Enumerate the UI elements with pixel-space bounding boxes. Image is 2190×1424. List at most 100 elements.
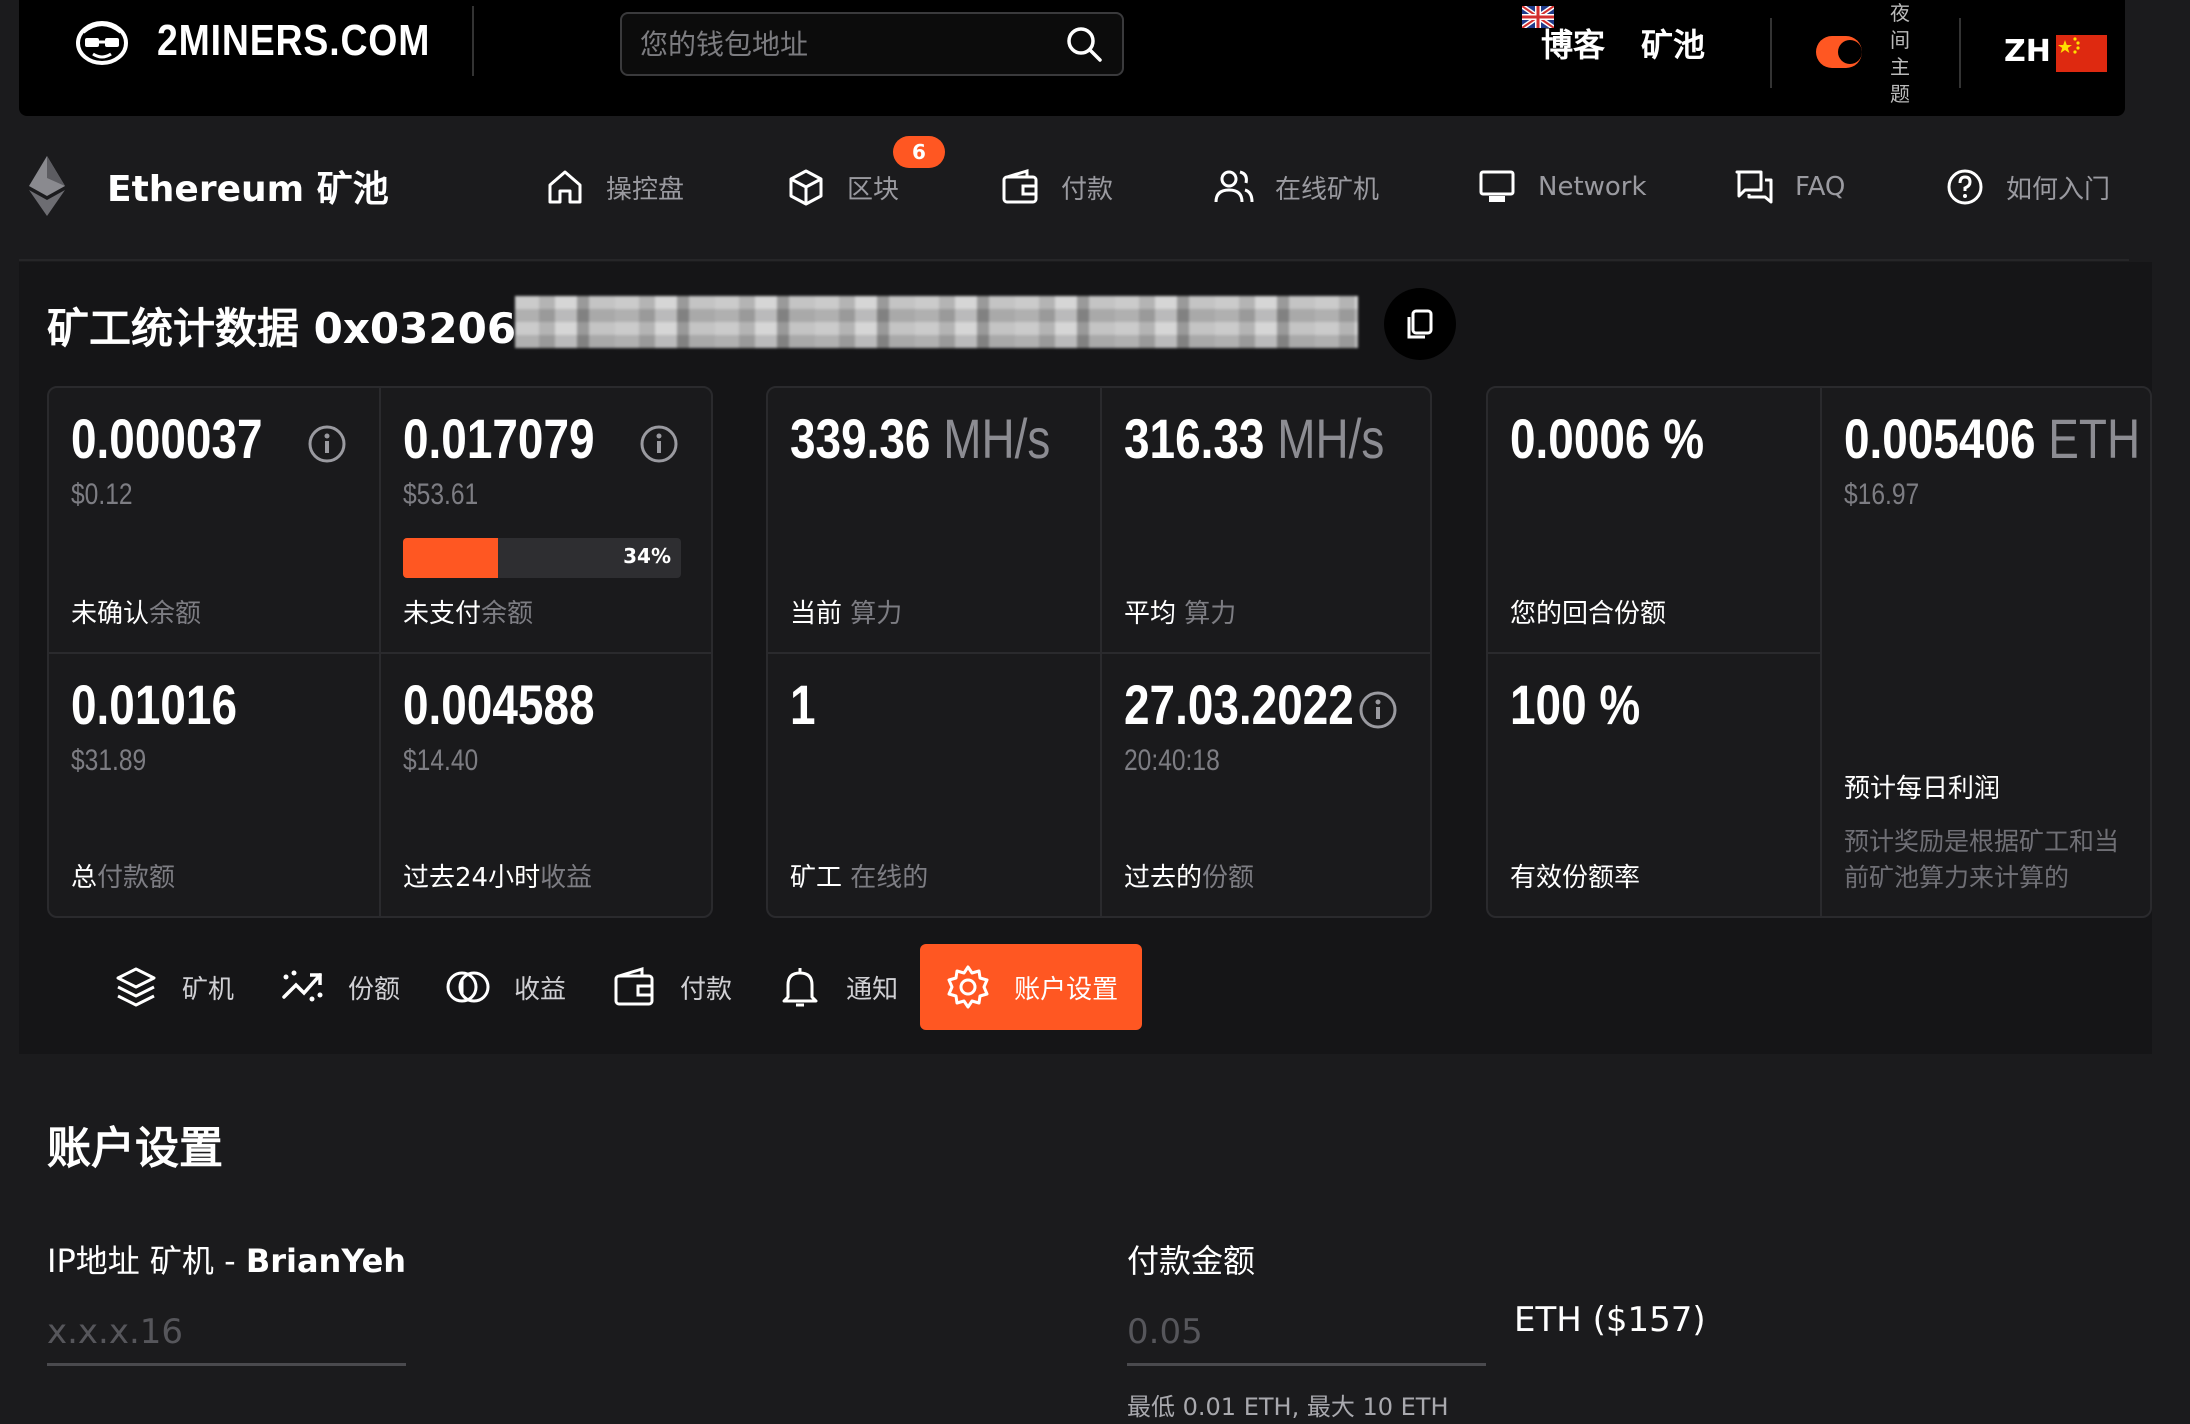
payout-amount-input[interactable] xyxy=(1127,1300,1486,1363)
cube-icon xyxy=(789,169,823,206)
tab-earnings[interactable]: 收益 xyxy=(422,944,588,1030)
nav-label: FAQ xyxy=(1795,172,1846,202)
pools-link[interactable]: 矿池 xyxy=(1641,20,1705,66)
stat-label: 当前 算力 xyxy=(790,599,903,629)
nav-faq[interactable]: FAQ xyxy=(1733,166,1845,208)
coins-icon xyxy=(446,971,490,1003)
stat-label: 预计每日利润 xyxy=(1844,774,2001,804)
payout-field-label: 付款金额 xyxy=(1127,1242,1256,1280)
info-icon[interactable] xyxy=(307,424,347,464)
daily-profit: 0.005406 ETH $16.97 预计每日利润 预计奖励是根据矿工和当前矿… xyxy=(1822,388,2152,916)
valid-share-rate: 100 % 有效份额率 xyxy=(1488,654,1818,916)
tab-label: 矿机 xyxy=(182,974,235,1005)
site-logo[interactable]: 2MINERS.COM xyxy=(71,10,478,72)
logo-text: 2MINERS.COM xyxy=(157,16,431,65)
stat-value: 316.33 MH/s xyxy=(1124,407,1385,470)
round-share: 0.0006 % 您的回合份额 xyxy=(1488,388,1818,652)
miner-title-text: 矿工统计数据 0x03206 xyxy=(47,304,517,353)
tab-account-settings[interactable]: 账户设置 xyxy=(920,944,1143,1030)
tab-workers[interactable]: 矿机 xyxy=(90,944,256,1030)
stat-value: 339.36 MH/s xyxy=(790,407,1051,470)
progress-percent: 34% xyxy=(623,544,671,568)
blog-link[interactable]: 博客 xyxy=(1541,20,1605,66)
nav-blocks[interactable]: 区块 xyxy=(785,166,899,208)
stat-value: 100 % xyxy=(1510,673,1641,736)
divider xyxy=(1959,18,1961,88)
pool-title[interactable]: Ethereum 矿池 xyxy=(29,156,389,216)
theme-label: 夜间主题 xyxy=(1890,1,1910,106)
nav-label: 操控盘 xyxy=(606,174,685,205)
blocks-badge: 6 xyxy=(893,136,945,168)
payout-hint: 最低 0.01 ETH, 最大 10 ETH xyxy=(1127,1393,1449,1421)
stat-usd: $53.61 xyxy=(403,478,479,511)
nav-network[interactable]: Network xyxy=(1476,166,1647,208)
divider xyxy=(1770,18,1772,88)
layers-icon xyxy=(116,967,156,1007)
gear-icon xyxy=(947,965,989,1009)
nav-label: 付款 xyxy=(1061,174,1114,205)
stat-label: 平均 算力 xyxy=(1124,599,1237,629)
settings-title: 账户设置 xyxy=(47,1123,223,1174)
monitor-icon xyxy=(1479,170,1515,202)
stat-value: 0.01016 xyxy=(71,673,237,736)
last-24h-earnings: 0.004588 $14.40 过去24小时收益 xyxy=(381,654,711,916)
tab-notifications[interactable]: 通知 xyxy=(754,944,920,1030)
nav-payments[interactable]: 付款 xyxy=(999,166,1113,208)
logo-icon xyxy=(76,21,128,65)
tab-shares[interactable]: 份额 xyxy=(256,944,422,1030)
payout-progress-bar: 34% xyxy=(403,538,681,578)
miner-title: 矿工统计数据 0x03206 xyxy=(47,295,516,356)
stat-value: 0.000037 xyxy=(71,407,263,470)
stat-value: 27.03.2022 xyxy=(1124,673,1354,736)
nav-getting-started[interactable]: 如何入门 xyxy=(1944,166,2110,208)
stat-label: 矿工 在线的 xyxy=(790,863,929,893)
tab-payouts[interactable]: 付款 xyxy=(588,944,754,1030)
nav-online-miners[interactable]: 在线矿机 xyxy=(1213,166,1379,208)
china-flag-icon[interactable] xyxy=(2056,35,2107,72)
nav-label: 在线矿机 xyxy=(1275,174,1380,205)
pool-nav: Ethereum 矿池 操控盘 区块 付款 在线矿机 Network FAQ 如… xyxy=(19,130,2129,260)
trend-icon xyxy=(282,970,323,1002)
nav-label: 如何入门 xyxy=(2006,174,2111,205)
divider xyxy=(19,259,2129,261)
info-icon[interactable] xyxy=(1358,690,1398,730)
payout-amount-field[interactable] xyxy=(1127,1300,1486,1366)
stat-value: 1 xyxy=(790,673,816,736)
wallet-icon xyxy=(1002,168,1038,204)
stat-label: 过去24小时收益 xyxy=(403,863,593,893)
home-icon xyxy=(548,170,582,204)
balance-card: 0.000037 $0.12 未确认余额 0.017079 $53.61 34%… xyxy=(47,386,713,918)
stat-value: 0.017079 xyxy=(403,407,595,470)
stat-time: 20:40:18 xyxy=(1124,744,1220,777)
stat-usd: $0.12 xyxy=(71,478,133,511)
ip-input[interactable] xyxy=(47,1300,406,1363)
nav-dashboard[interactable]: 操控盘 xyxy=(544,166,684,208)
chat-icon xyxy=(1735,170,1773,204)
nav-label: Network xyxy=(1538,172,1647,202)
tab-label: 账户设置 xyxy=(1014,974,1119,1005)
stat-value: 0.005406 ETH xyxy=(1844,407,2141,470)
pool-name: Ethereum 矿池 xyxy=(107,169,389,210)
stat-usd: $16.97 xyxy=(1844,478,1920,511)
copy-address-button[interactable] xyxy=(1384,288,1456,360)
theme-toggle[interactable] xyxy=(1816,36,1862,68)
users-icon xyxy=(1214,170,1254,203)
wallet-search-input[interactable] xyxy=(640,27,1064,61)
total-paid: 0.01016 $31.89 总付款额 xyxy=(49,654,379,916)
workers-online: 1 矿工 在线的 xyxy=(768,654,1098,916)
tab-label: 份额 xyxy=(348,974,401,1005)
wallet-search[interactable] xyxy=(620,12,1124,76)
ip-field-label: IP地址 矿机 - BrianYeh xyxy=(47,1242,407,1280)
search-icon[interactable] xyxy=(1064,24,1104,64)
payout-currency: ETH ($157) xyxy=(1514,1300,1706,1340)
progress-fill xyxy=(403,538,498,578)
language-code[interactable]: ZH xyxy=(2004,34,2051,69)
top-bar: 2MINERS.COM 博客 矿池 夜间主题 ZH xyxy=(19,0,2125,116)
stat-description: 预计奖励是根据矿工和当前矿池算力来计算的 xyxy=(1844,827,2120,892)
stat-value: 0.004588 xyxy=(403,673,595,736)
bell-icon xyxy=(782,968,818,1007)
miner-tabs: 矿机 份额 收益 付款 通知 账户设置 xyxy=(90,943,1143,1031)
info-icon[interactable] xyxy=(639,424,679,464)
blurred-wallet-address xyxy=(515,296,1358,348)
ip-field[interactable] xyxy=(47,1300,406,1366)
